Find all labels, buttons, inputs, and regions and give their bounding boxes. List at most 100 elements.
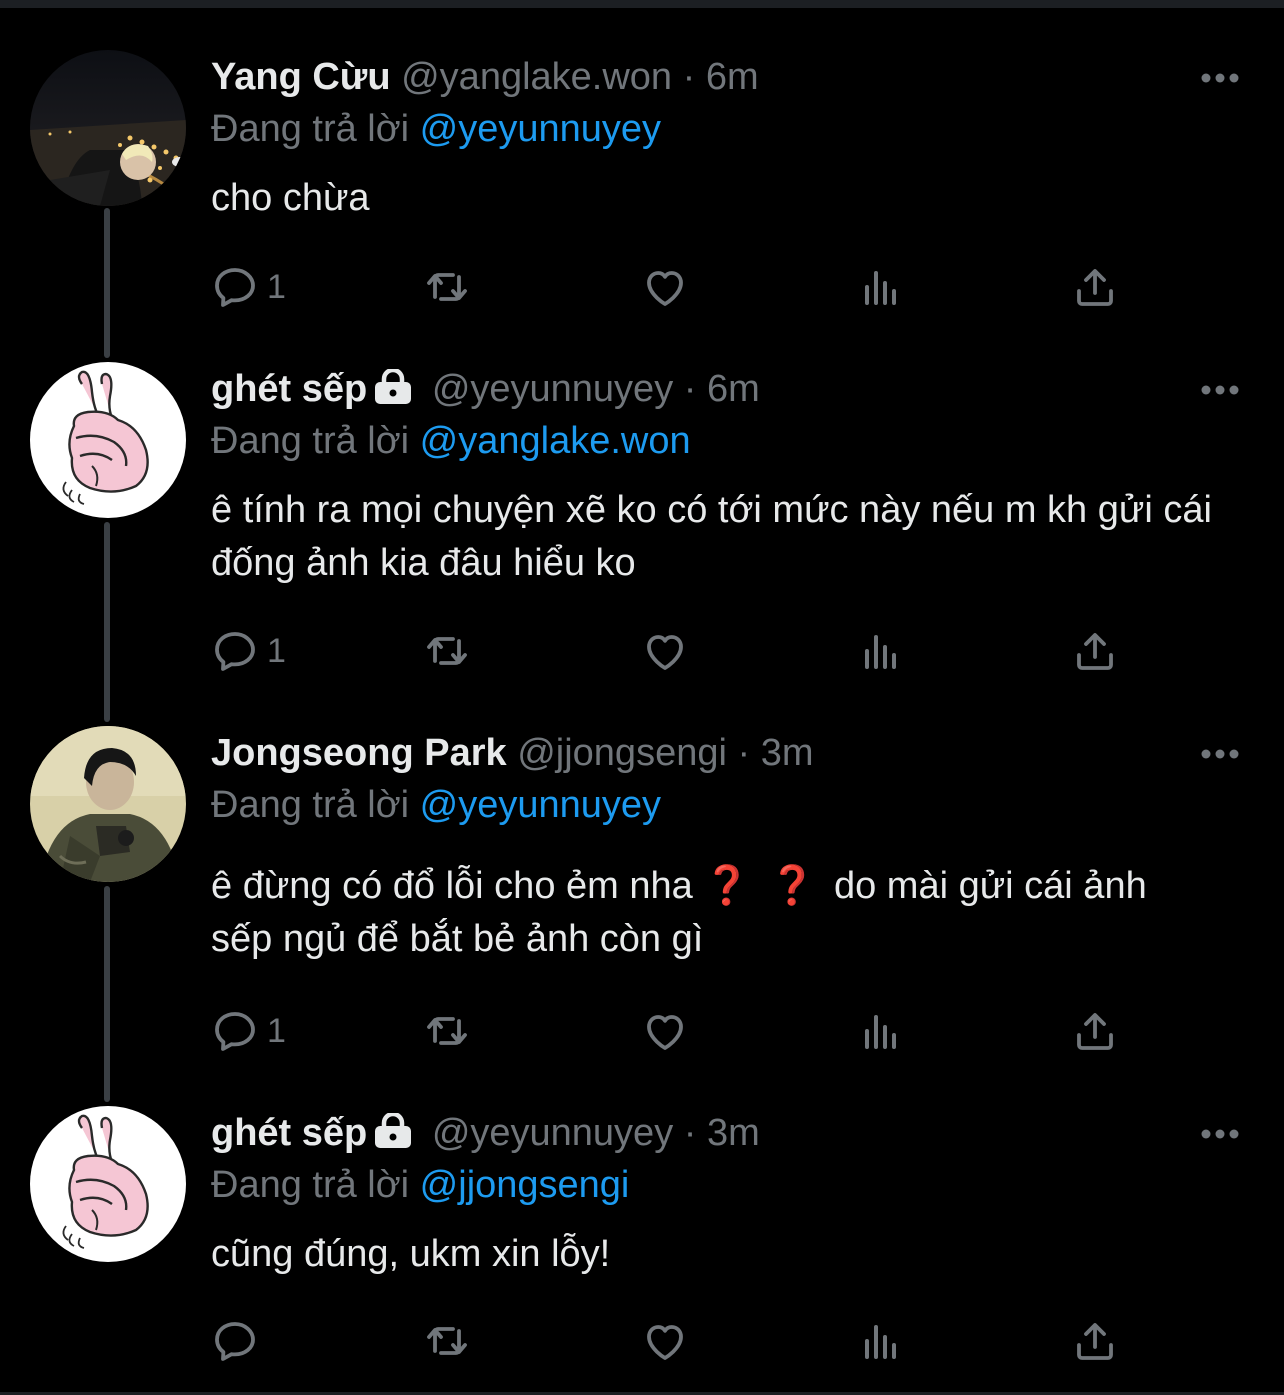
heart-icon [647, 1015, 683, 1050]
mention-link[interactable]: @jjongsengi [420, 1164, 630, 1206]
like-button[interactable] [641, 626, 689, 676]
replying-to-label: Đang trả lời [211, 420, 410, 462]
replying-to: Đang trả lời @yeyunnuyey [211, 106, 661, 152]
views-icon [865, 271, 896, 305]
display-name[interactable]: ghét sếp [211, 368, 367, 410]
like-button[interactable] [641, 262, 689, 312]
reply-count: 1 [267, 1011, 286, 1050]
reply-count: 1 [267, 631, 286, 670]
reply-icon [215, 1012, 255, 1051]
avatar[interactable] [30, 362, 186, 518]
share-button[interactable] [1071, 626, 1119, 676]
display-name[interactable]: Yang Cừu [211, 56, 391, 98]
separator-dot: · [737, 732, 751, 774]
tweet-header: Jongseong Park @jjongsengi · 3m [211, 730, 814, 776]
tweet[interactable]: Yang Cừu @yanglake.won · 6m Đang trả lời… [0, 50, 1284, 340]
retweet-button[interactable] [423, 626, 471, 676]
mention-link[interactable]: @yeyunnuyey [420, 784, 661, 826]
retweet-icon [427, 1017, 467, 1045]
share-button[interactable] [1071, 262, 1119, 312]
retweet-button[interactable] [423, 1006, 471, 1056]
reply-button[interactable]: 1 [211, 262, 286, 312]
reply-button[interactable]: 1 [211, 1006, 286, 1056]
retweet-icon [427, 273, 467, 301]
user-handle[interactable]: @yeyunnuyey [432, 1112, 673, 1154]
avatar[interactable] [30, 726, 186, 882]
replying-to: Đang trả lời @jjongsengi [211, 1162, 629, 1208]
mention-link[interactable]: @yanglake.won [420, 420, 691, 462]
views-button[interactable] [857, 1006, 905, 1056]
separator-dot: · [682, 56, 696, 98]
action-bar: 1 [211, 1006, 1211, 1056]
lock-icon [375, 369, 412, 404]
avatar[interactable] [30, 1106, 186, 1262]
share-icon [1077, 633, 1113, 670]
views-icon [865, 635, 896, 669]
retweet-button[interactable] [423, 1316, 471, 1366]
action-bar: 1 [211, 262, 1211, 312]
action-bar [211, 1316, 1211, 1366]
reply-icon [215, 268, 255, 307]
share-icon [1077, 1323, 1113, 1360]
views-icon [865, 1325, 896, 1359]
more-icon[interactable] [1198, 68, 1242, 88]
replying-to-label: Đang trả lời [211, 1164, 410, 1206]
question-mark-emoji: ❓ [703, 865, 751, 907]
tweet-header: ghét sếp @yeyunnuyey · 6m [211, 366, 760, 412]
reply-count: 1 [267, 267, 286, 306]
mention-link[interactable]: @yeyunnuyey [420, 108, 661, 150]
avatar[interactable] [30, 50, 186, 206]
user-handle[interactable]: @yeyunnuyey [432, 368, 673, 410]
more-icon[interactable] [1198, 380, 1242, 400]
heart-icon [647, 635, 683, 670]
pink-bunny-avatar [30, 362, 186, 518]
tweet-text-part: ê đừng có đổ lỗi cho ẻm nha [211, 865, 693, 907]
display-name[interactable]: Jongseong Park [211, 732, 507, 774]
tweet[interactable]: ghét sếp @yeyunnuyey · 6m Đang trả lời @… [0, 362, 1284, 692]
views-icon [865, 1015, 896, 1049]
retweet-icon [427, 1327, 467, 1355]
like-button[interactable] [641, 1006, 689, 1056]
reply-icon [215, 632, 255, 671]
retweet-button[interactable] [423, 262, 471, 312]
share-icon [1077, 1013, 1113, 1050]
separator-dot: · [683, 368, 697, 410]
retweet-icon [427, 637, 467, 665]
timestamp[interactable]: 3m [707, 1112, 760, 1154]
views-button[interactable] [857, 626, 905, 676]
timestamp[interactable]: 6m [706, 56, 759, 98]
display-name[interactable]: ghét sếp [211, 1112, 367, 1154]
night-city-photo-avatar [30, 50, 186, 206]
reply-button[interactable]: 1 [211, 626, 286, 676]
timestamp[interactable]: 3m [761, 732, 814, 774]
views-button[interactable] [857, 1316, 905, 1366]
tweet[interactable]: Jongseong Park @jjongsengi · 3m Đang trả… [0, 726, 1284, 1076]
reply-button[interactable] [211, 1316, 267, 1366]
heart-icon [647, 271, 683, 306]
share-button[interactable] [1071, 1006, 1119, 1056]
reply-icon [215, 1322, 255, 1361]
replying-to-label: Đang trả lời [211, 108, 410, 150]
heart-icon [647, 1325, 683, 1360]
tweet-text: ê tính ra mọi chuyện xẽ ko có tới mức nà… [211, 489, 1212, 584]
replying-to: Đang trả lời @yanglake.won [211, 418, 691, 464]
person-photo-avatar [30, 726, 186, 882]
user-handle[interactable]: @jjongsengi [517, 732, 727, 774]
lock-icon [375, 1113, 412, 1148]
tweet-header: ghét sếp @yeyunnuyey · 3m [211, 1110, 760, 1156]
tweet-text: cho chừa [211, 177, 370, 219]
share-button[interactable] [1071, 1316, 1119, 1366]
more-icon[interactable] [1198, 744, 1242, 764]
question-mark-emoji: ❓ [768, 865, 816, 907]
tweet[interactable]: ghét sếp @yeyunnuyey · 3m Đang trả lời @… [0, 1106, 1284, 1376]
replying-to-label: Đang trả lời [211, 784, 410, 826]
pink-bunny-avatar [30, 1106, 186, 1262]
more-icon[interactable] [1198, 1124, 1242, 1144]
timestamp[interactable]: 6m [707, 368, 760, 410]
action-bar: 1 [211, 626, 1211, 676]
views-button[interactable] [857, 262, 905, 312]
like-button[interactable] [641, 1316, 689, 1366]
separator-dot: · [683, 1112, 697, 1154]
user-handle[interactable]: @yanglake.won [401, 56, 672, 98]
replying-to: Đang trả lời @yeyunnuyey [211, 782, 661, 828]
